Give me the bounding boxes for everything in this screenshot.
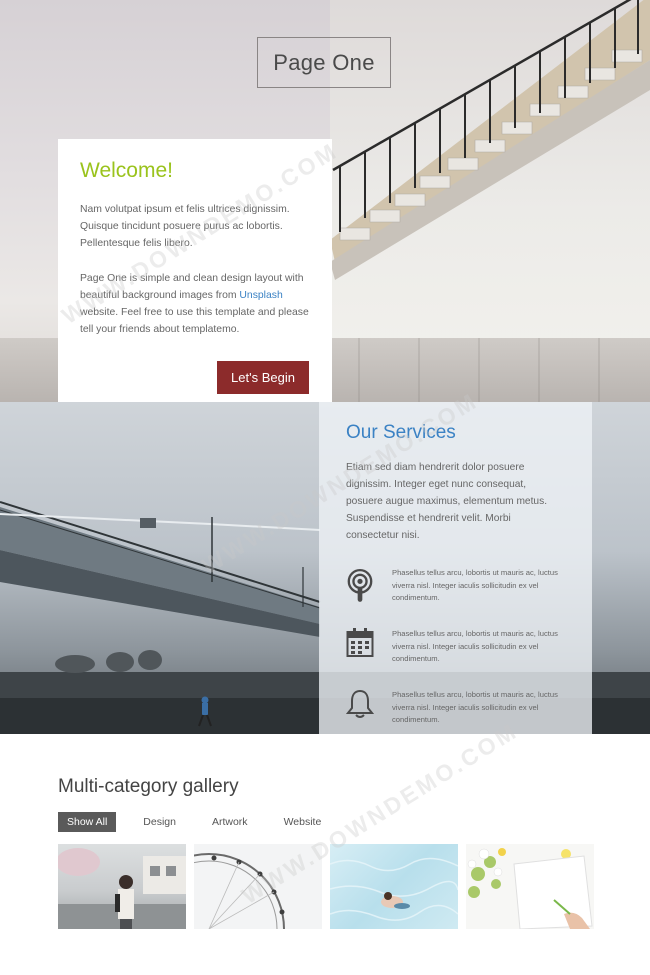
service-item: Phasellus tellus arcu, lobortis ut mauri…: [346, 689, 576, 734]
gallery-title: Multi-category gallery: [58, 776, 239, 797]
gallery-filters: Show All Design Artwork Website: [58, 812, 348, 832]
podcast-icon: [346, 567, 374, 605]
woman-street-photo: [58, 848, 186, 929]
ferris-wheel-photo: [194, 853, 285, 929]
gallery-thumbnail[interactable]: [330, 844, 458, 929]
service-item: Phasellus tellus arcu, lobortis ut mauri…: [346, 628, 576, 674]
calendar-icon: [346, 628, 374, 666]
service-item: Phasellus tellus arcu, lobortis ut mauri…: [346, 567, 576, 613]
bell-icon: [346, 689, 374, 727]
swimmer-pool-photo: [330, 857, 458, 921]
services-heading: Our Services: [346, 422, 456, 443]
services-intro: Etiam sed diam hendrerit dolor posuere d…: [346, 462, 548, 541]
filter-design[interactable]: Design: [134, 812, 185, 832]
filter-show-all[interactable]: Show All: [58, 812, 117, 832]
lets-begin-button[interactable]: Let's Begin: [217, 361, 309, 394]
gallery-thumbnail[interactable]: [58, 844, 186, 929]
page-title: Page One: [273, 49, 375, 75]
service-text: Phasellus tellus arcu, lobortis ut mauri…: [392, 629, 558, 664]
services-section: Our Services Etiam sed diam hendrerit do…: [0, 402, 650, 734]
gallery-grid: [58, 844, 594, 929]
welcome-description: Page One is simple and clean design layo…: [80, 270, 310, 338]
service-text: Phasellus tellus arcu, lobortis ut mauri…: [392, 690, 558, 725]
welcome-heading: Welcome!: [80, 159, 173, 182]
flowers-notebook-photo: [467, 848, 593, 929]
hero-section: Page One Welcome! Nam volutpat ipsum et …: [0, 0, 650, 402]
page-title-button[interactable]: Page One: [257, 37, 391, 88]
gallery-thumbnail[interactable]: [194, 844, 322, 929]
welcome-card: Welcome! Nam volutpat ipsum et felis ult…: [58, 139, 332, 402]
welcome-intro: Nam volutpat ipsum et felis ultrices dig…: [80, 204, 290, 249]
unsplash-link[interactable]: Unsplash: [239, 290, 282, 301]
service-text: Phasellus tellus arcu, lobortis ut mauri…: [392, 568, 558, 603]
welcome-description-text-end: website. Feel free to use this template …: [80, 307, 309, 335]
filter-website[interactable]: Website: [275, 812, 331, 832]
filter-artwork[interactable]: Artwork: [203, 812, 257, 832]
gallery-thumbnail[interactable]: [466, 844, 594, 929]
